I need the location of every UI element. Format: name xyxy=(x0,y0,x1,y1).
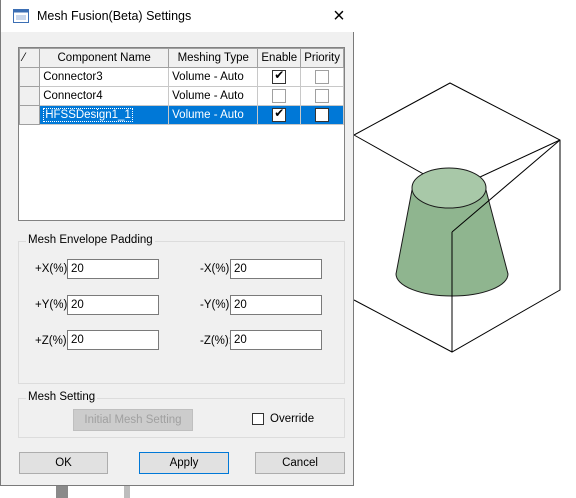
plus-z-input[interactable]: 20 xyxy=(67,330,159,350)
enable-checkbox[interactable] xyxy=(272,89,287,103)
minus-x-input[interactable]: 20 xyxy=(230,259,322,279)
plus-x-label: +X(%): xyxy=(35,263,71,275)
column-header-meshing-type[interactable]: Meshing Type xyxy=(168,48,259,68)
minus-y-input[interactable]: 20 xyxy=(230,295,322,315)
enable-cell: ✔ xyxy=(257,67,302,87)
row-header[interactable] xyxy=(18,86,41,106)
component-grid[interactable]: ⁄ Component Name Meshing Type Enable Pri… xyxy=(18,47,345,221)
priority-cell xyxy=(300,105,344,125)
title-bar: Mesh Fusion(Beta) Settings × xyxy=(1,0,355,32)
checkmark-icon: ✔ xyxy=(274,68,285,83)
enable-cell: ✔ xyxy=(257,105,302,125)
enable-checkbox[interactable]: ✔ xyxy=(272,68,287,84)
priority-cell xyxy=(300,67,344,87)
apply-button[interactable]: Apply xyxy=(139,452,229,474)
table-row[interactable]: Connector3 Volume - Auto ✔ xyxy=(18,67,344,87)
enable-cell xyxy=(257,86,302,106)
checkmark-icon: ✔ xyxy=(274,106,285,121)
row-header[interactable] xyxy=(18,105,41,125)
component-table: ⁄ Component Name Meshing Type Enable Pri… xyxy=(18,48,344,125)
minus-z-input[interactable]: 20 xyxy=(230,330,322,350)
meshing-type-cell[interactable]: Volume - Auto xyxy=(168,105,259,125)
component-name-text: HFSSDesign1_1 xyxy=(43,108,133,122)
enable-checkbox[interactable]: ✔ xyxy=(272,106,287,122)
component-name-cell[interactable]: Connector4 xyxy=(39,86,170,106)
priority-cell xyxy=(300,86,344,106)
override-label: Override xyxy=(270,413,315,425)
override-checkbox[interactable] xyxy=(252,413,264,425)
padding-group-title: Mesh Envelope Padding xyxy=(26,234,155,246)
priority-checkbox[interactable] xyxy=(315,89,330,103)
meshing-type-cell[interactable]: Volume - Auto xyxy=(168,86,259,106)
corner-cell[interactable]: ⁄ xyxy=(18,48,41,68)
mesh-fusion-dialog: Mesh Fusion(Beta) Settings × ⁄ Component… xyxy=(0,0,355,486)
component-name-cell[interactable]: Connector3 xyxy=(39,67,170,87)
window-title: Mesh Fusion(Beta) Settings xyxy=(37,9,192,23)
column-header-enable[interactable]: Enable xyxy=(257,48,302,68)
table-row[interactable]: Connector4 Volume - Auto xyxy=(18,86,344,106)
mesh-setting-group-title: Mesh Setting xyxy=(26,391,98,403)
app-window-icon xyxy=(13,9,29,23)
component-name-cell[interactable]: HFSSDesign1_1 xyxy=(39,105,170,125)
cancel-button[interactable]: Cancel xyxy=(255,452,345,474)
priority-checkbox[interactable] xyxy=(315,70,330,84)
row-header[interactable] xyxy=(18,67,41,87)
table-header-row: ⁄ Component Name Meshing Type Enable Pri… xyxy=(18,48,344,68)
plus-z-label: +Z(%): xyxy=(35,335,70,347)
close-button[interactable]: × xyxy=(323,0,355,32)
meshing-type-cell[interactable]: Volume - Auto xyxy=(168,67,259,87)
plus-y-label: +Y(%): xyxy=(35,299,71,311)
column-header-priority[interactable]: Priority xyxy=(300,48,344,68)
plus-y-input[interactable]: 20 xyxy=(67,295,159,315)
close-icon: × xyxy=(333,5,345,27)
priority-checkbox[interactable] xyxy=(315,108,330,122)
column-header-component-name[interactable]: Component Name xyxy=(39,48,170,68)
minus-z-label: -Z(%): xyxy=(200,335,232,347)
minus-y-label: -Y(%): xyxy=(200,299,233,311)
plus-x-input[interactable]: 20 xyxy=(67,259,159,279)
ok-button[interactable]: OK xyxy=(19,452,108,474)
minus-x-label: -X(%): xyxy=(200,263,233,275)
initial-mesh-setting-button[interactable]: Initial Mesh Setting xyxy=(73,409,193,431)
table-row-selected[interactable]: HFSSDesign1_1 Volume - Auto ✔ xyxy=(18,105,344,125)
